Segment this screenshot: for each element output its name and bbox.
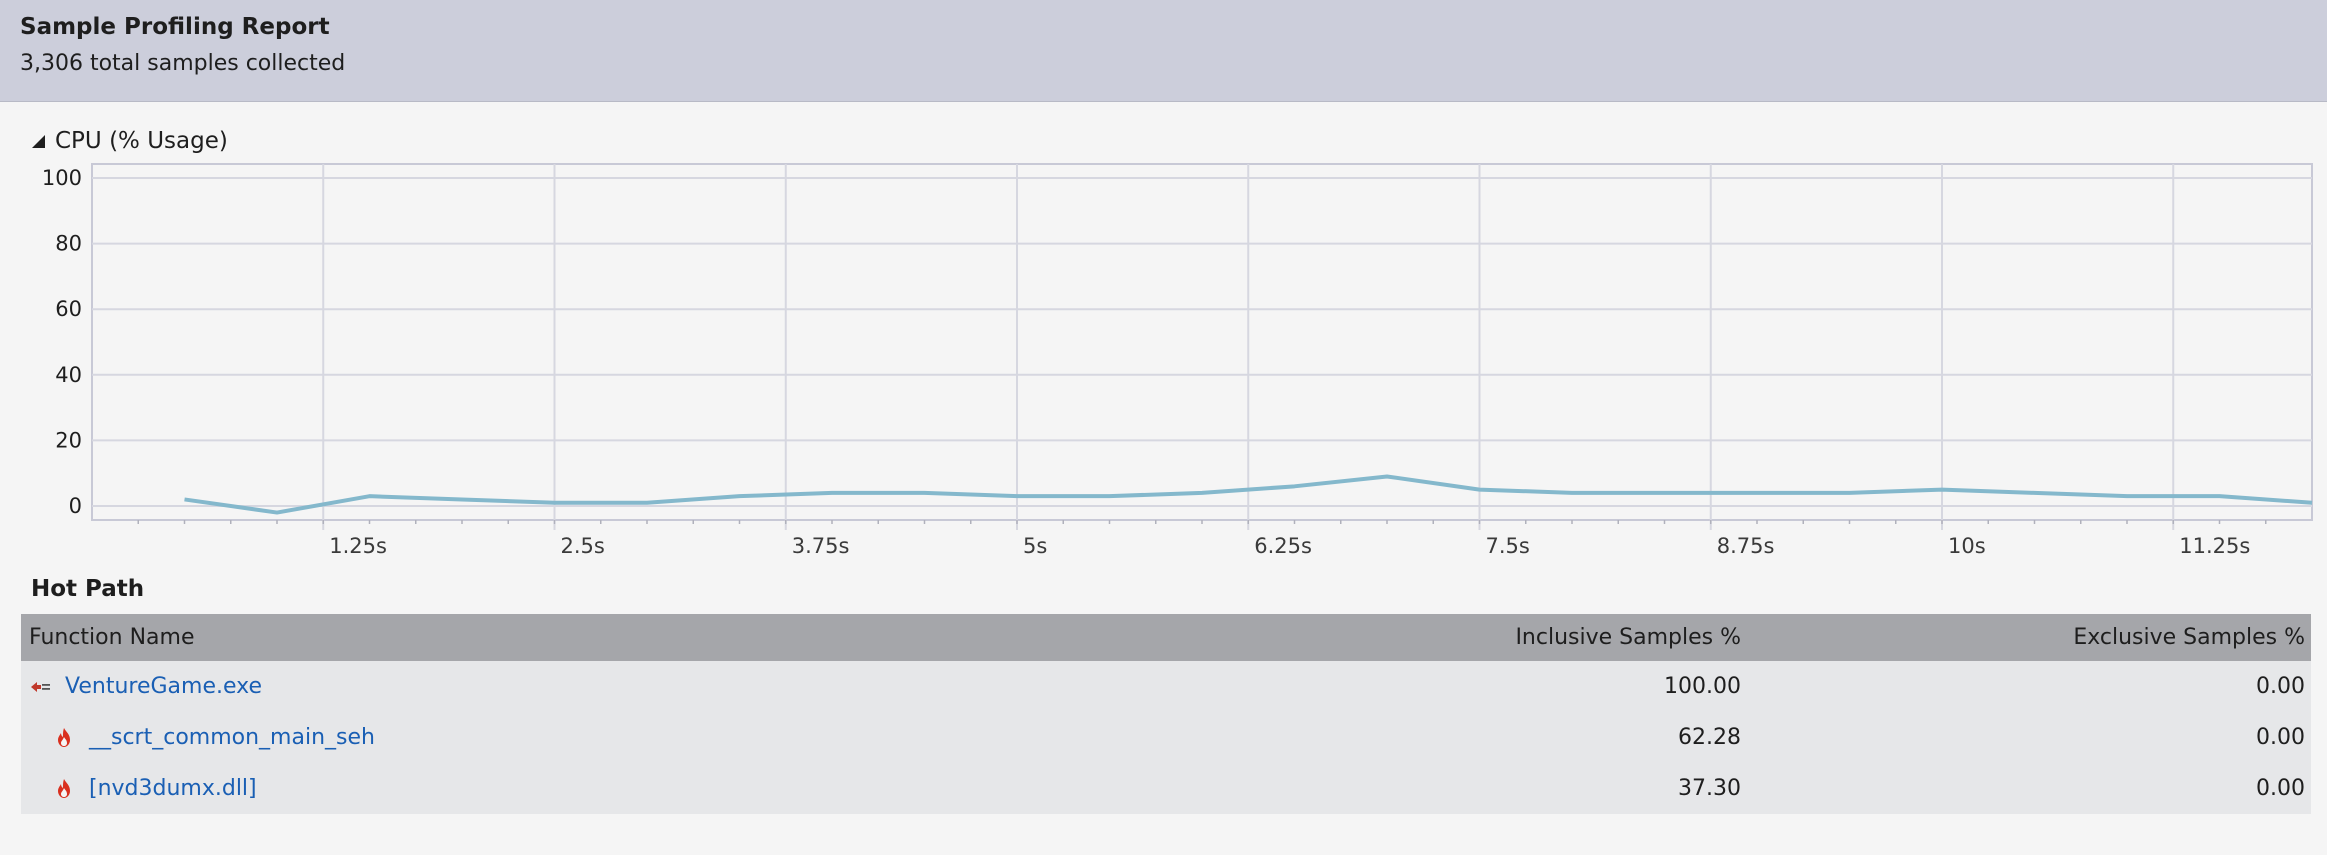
function-link[interactable]: [nvd3dumx.dll]	[89, 776, 257, 801]
y-tick-label: 0	[69, 494, 82, 518]
x-axis-ticks: 1.25s 2.5s 3.75s 5s 6.25s 7.5s 8.75s 10s 11.25s	[137, 520, 2267, 558]
y-tick-label: 100	[42, 166, 82, 190]
x-tick-label: 3.75s	[792, 534, 850, 558]
table-body: VentureGame.exe 100.00 0.00 __scrt_commo…	[21, 661, 2311, 814]
exclusive-value: 0.00	[2256, 674, 2305, 699]
x-tick-label: 8.75s	[1717, 534, 1775, 558]
y-axis-ticks: 0 20 40 60 80 100	[42, 166, 82, 518]
process-icon	[31, 681, 50, 692]
x-tick-label: 2.5s	[561, 534, 605, 558]
inclusive-value: 62.28	[1678, 725, 1741, 750]
inclusive-value: 37.30	[1678, 776, 1741, 801]
x-tick-label: 7.5s	[1486, 534, 1530, 558]
inclusive-value: 100.00	[1664, 674, 1741, 699]
function-link[interactable]: VentureGame.exe	[65, 674, 262, 699]
function-link[interactable]: __scrt_common_main_seh	[89, 725, 375, 750]
exclusive-value: 0.00	[2256, 725, 2305, 750]
x-tick-label: 11.25s	[2179, 534, 2250, 558]
x-tick-label: 6.25s	[1254, 534, 1312, 558]
column-header-function-name[interactable]: Function Name	[21, 625, 1121, 650]
x-tick-label: 1.25s	[329, 534, 387, 558]
table-header: Function Name Inclusive Samples % Exclus…	[21, 614, 2311, 661]
hot-flame-icon	[58, 778, 70, 798]
column-header-inclusive[interactable]: Inclusive Samples %	[1121, 625, 1741, 650]
hot-flame-icon	[58, 727, 70, 747]
table-row[interactable]: VentureGame.exe 100.00 0.00	[21, 661, 2311, 712]
table-row[interactable]: __scrt_common_main_seh 62.28 0.00	[21, 712, 2311, 763]
y-tick-label: 60	[55, 297, 82, 321]
hot-path-title: Hot Path	[31, 576, 145, 602]
cpu-usage-chart[interactable]: 0 20 40 60 80 100 1.25s 2.5s 3.75s 5s 6.25s 7.5s 8.…	[0, 150, 2327, 560]
report-title: Sample Profiling Report	[20, 14, 330, 40]
report-subtitle: 3,306 total samples collected	[20, 51, 346, 76]
column-header-exclusive[interactable]: Exclusive Samples %	[1741, 625, 2311, 650]
y-tick-label: 40	[55, 363, 82, 387]
report-header: Sample Profiling Report 3,306 total samp…	[0, 0, 2327, 102]
hot-path-table: Function Name Inclusive Samples % Exclus…	[21, 614, 2311, 814]
exclusive-value: 0.00	[2256, 776, 2305, 801]
plot-frame	[91, 163, 2313, 521]
table-row[interactable]: [nvd3dumx.dll] 37.30 0.00	[21, 763, 2311, 814]
chart-grid	[91, 163, 2313, 530]
x-tick-label: 5s	[1023, 534, 1047, 558]
collapse-triangle-icon[interactable]	[32, 134, 45, 148]
y-tick-label: 80	[55, 232, 82, 256]
x-tick-label: 10s	[1948, 534, 1986, 558]
y-tick-label: 20	[55, 428, 82, 452]
